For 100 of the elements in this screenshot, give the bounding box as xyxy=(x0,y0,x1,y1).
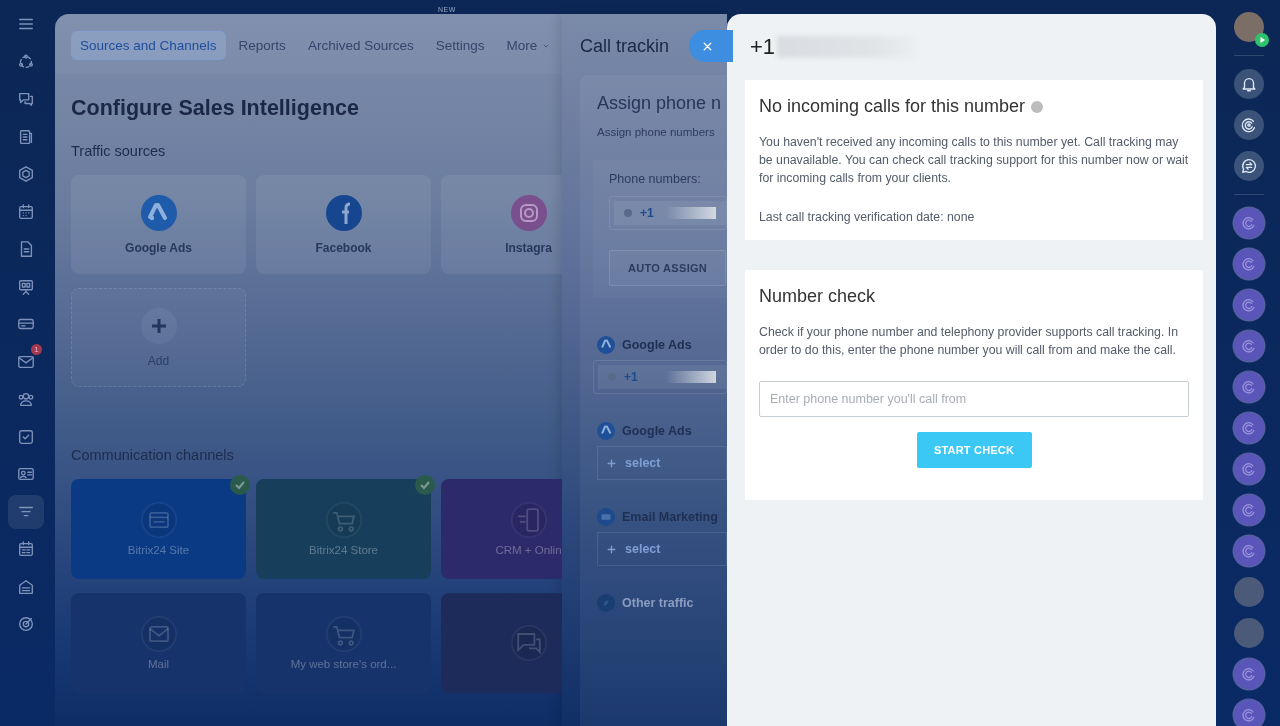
section-title: Assign phone n xyxy=(597,93,723,114)
swirl-button[interactable] xyxy=(1234,110,1264,140)
plus-icon xyxy=(606,457,617,469)
facebook-logo-icon xyxy=(325,194,362,231)
swirl-icon xyxy=(1241,543,1257,559)
phone-number-chip[interactable]: +1 xyxy=(614,201,726,225)
phone-input-field[interactable]: Enter phone number you'll call from xyxy=(759,381,1189,418)
selected-menu-item[interactable] xyxy=(8,494,44,529)
plus-icon xyxy=(606,543,617,555)
chat-bubble-icon xyxy=(510,625,547,661)
status-title: No incoming calls for this number xyxy=(759,96,1026,117)
swirl-icon xyxy=(1241,461,1257,477)
swirl-icon xyxy=(1241,215,1257,231)
chat-bubbles-icon[interactable] xyxy=(17,90,35,108)
channel-card[interactable]: CRM + Onlin xyxy=(441,479,562,579)
chat-swap-button[interactable] xyxy=(1234,151,1264,181)
source-name: Google Ads xyxy=(622,338,692,352)
swirl-icon xyxy=(1241,297,1257,313)
swirl-icon xyxy=(1241,338,1257,354)
swirl-icon xyxy=(1240,116,1258,134)
tab[interactable]: Sources and Channels xyxy=(71,31,226,60)
source-name: Other traffic xyxy=(622,596,694,610)
channel-avatar[interactable] xyxy=(1234,249,1264,279)
swirl-icon xyxy=(1241,379,1257,395)
status-description: You haven't received any incoming calls to this number yet. Call tracking may be unavailable. You can check call tracking support for this number now or wait for incoming calls from your clients. xyxy=(759,134,1189,188)
channel-avatar[interactable] xyxy=(1234,208,1264,238)
swirl-icon xyxy=(1241,256,1257,272)
source-card[interactable]: Google Ads xyxy=(71,175,246,274)
channel-avatar[interactable] xyxy=(1234,536,1264,566)
email-logo-icon xyxy=(597,508,615,526)
instagram-logo-icon xyxy=(510,194,547,231)
card-label: Google Ads xyxy=(125,240,192,255)
section-subtitle: Assign phone numbers xyxy=(597,126,716,138)
card-label: My web store's ord... xyxy=(290,658,397,670)
bell-icon xyxy=(1240,75,1258,93)
card-label: CRM + Onlin xyxy=(495,544,562,556)
presentation-board-icon[interactable] xyxy=(17,277,35,296)
select-link[interactable]: select xyxy=(597,532,727,566)
channel-avatar[interactable] xyxy=(1234,659,1264,689)
card-title: Number check xyxy=(759,285,876,307)
calendar-list-icon[interactable] xyxy=(17,540,35,558)
channel-avatar[interactable] xyxy=(1234,331,1264,361)
card-label: Facebook xyxy=(315,240,372,255)
chat-arrows-icon xyxy=(1240,157,1258,175)
newspaper-icon[interactable] xyxy=(17,127,35,146)
browser-window-icon xyxy=(140,502,177,538)
channel-avatar[interactable] xyxy=(1234,290,1264,320)
channel-avatar[interactable] xyxy=(1234,413,1264,443)
channel-avatar[interactable] xyxy=(1234,372,1264,402)
channel-avatar[interactable] xyxy=(1234,454,1264,484)
source-name: Google Ads xyxy=(622,424,692,438)
ads-logo-icon xyxy=(140,194,177,231)
compass-icon xyxy=(597,594,615,612)
mail-icon xyxy=(140,616,177,652)
phone-number-chip[interactable]: +1 xyxy=(598,365,726,389)
phone-number-title: +1 xyxy=(750,34,776,60)
contact-card-icon[interactable] xyxy=(17,465,35,483)
page-title: Configure Sales Intelligence xyxy=(71,96,360,121)
play-badge-icon xyxy=(1255,33,1269,47)
auto-assign-button[interactable]: AUTO ASSIGN xyxy=(609,250,727,286)
channel-card[interactable]: My web store's ord... xyxy=(256,593,431,693)
select-link[interactable]: select xyxy=(597,446,727,480)
channel-avatar[interactable] xyxy=(1234,700,1264,726)
source-card[interactable]: Facebook xyxy=(256,175,431,274)
plus-icon[interactable] xyxy=(140,307,177,344)
cart-icon xyxy=(325,502,362,538)
tab[interactable]: More xyxy=(497,31,561,60)
calendar-icon[interactable] xyxy=(17,202,35,221)
user-avatar[interactable] xyxy=(1234,12,1264,42)
channel-avatar[interactable] xyxy=(1234,495,1264,525)
checkbox-icon[interactable] xyxy=(17,427,35,446)
card-label: Bitrix24 Store xyxy=(309,544,378,556)
hexagon-icon[interactable] xyxy=(17,165,35,183)
dotted-circle-icon[interactable] xyxy=(17,52,35,71)
section-heading: Traffic sources xyxy=(71,143,167,159)
swirl-icon xyxy=(1241,502,1257,518)
last-verification-text: Last call tracking verification date: none xyxy=(759,208,976,226)
bell-button[interactable] xyxy=(1234,69,1264,99)
building-icon[interactable] xyxy=(17,577,35,596)
tab[interactable]: Reports xyxy=(229,31,295,60)
channel-card[interactable]: Mail xyxy=(71,593,246,693)
swirl-icon xyxy=(1241,420,1257,436)
section-heading: Communication channels xyxy=(71,447,235,463)
notification-badge: 1 xyxy=(31,343,42,355)
people-icon[interactable] xyxy=(17,390,35,408)
cart-icon xyxy=(325,616,362,652)
phone-cart-icon xyxy=(510,502,547,538)
tab[interactable]: Archived Sources xyxy=(298,31,423,60)
card-label: Instagra xyxy=(505,240,552,255)
card-label: Bitrix24 Site xyxy=(127,544,190,556)
panel-title: Call trackin xyxy=(580,36,670,57)
swirl-icon xyxy=(1241,707,1257,723)
tab[interactable]: Settings xyxy=(426,31,494,60)
instructions-text: Check if your phone number and telephony provider supports call tracking. In order to do this, enter the phone number you will call from and make the call. xyxy=(759,323,1179,359)
target-icon[interactable] xyxy=(17,615,35,633)
field-label: Phone numbers: xyxy=(609,172,702,186)
ads-logo-icon xyxy=(597,422,615,440)
card-label: Mail xyxy=(147,658,170,670)
start-check-button[interactable]: START CHECK xyxy=(916,432,1032,469)
swirl-icon xyxy=(1241,666,1257,682)
